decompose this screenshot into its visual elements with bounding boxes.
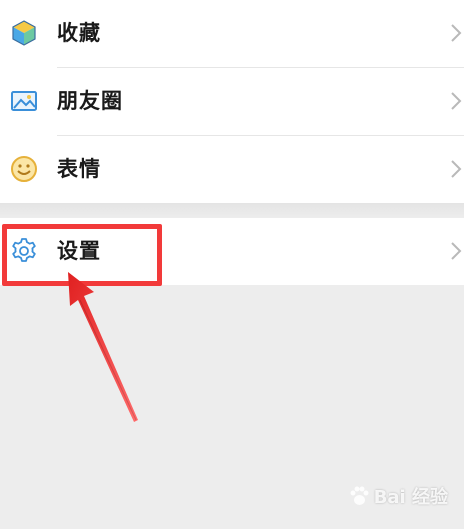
chevron-right-icon xyxy=(450,159,462,179)
favorites-cube-icon xyxy=(9,18,39,48)
paw-icon xyxy=(350,486,369,505)
menu-item-label: 收藏 xyxy=(57,21,101,45)
baidu-jingyan-watermark: Bai 经验 xyxy=(348,481,448,511)
annotation-arrow-icon xyxy=(68,272,138,422)
menu-group-main: 收藏 朋友圈 表情 xyxy=(0,0,464,203)
menu-item-moments[interactable]: 朋友圈 xyxy=(0,68,464,135)
moments-photo-icon xyxy=(9,86,39,116)
chevron-right-icon xyxy=(450,91,462,111)
menu-item-favorites[interactable]: 收藏 xyxy=(0,0,464,67)
menu-item-stickers[interactable]: 表情 xyxy=(0,136,464,203)
menu-item-label: 朋友圈 xyxy=(57,89,123,113)
sticker-smiley-icon xyxy=(9,154,39,184)
chevron-right-icon xyxy=(450,241,462,261)
group-separator xyxy=(0,203,464,218)
chevron-right-icon xyxy=(450,23,462,43)
watermark-text: Bai 经验 xyxy=(373,487,448,508)
menu-item-label: 表情 xyxy=(57,157,101,181)
